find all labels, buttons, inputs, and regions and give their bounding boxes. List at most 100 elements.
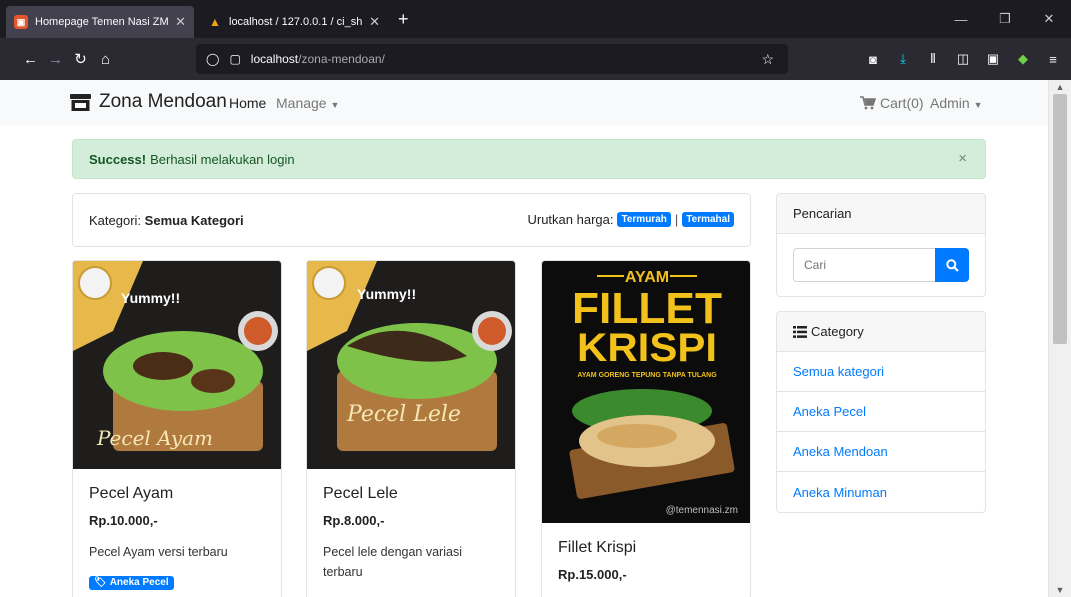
product-name[interactable]: Fillet Krispi xyxy=(558,539,734,557)
nav-admin-label: Admin xyxy=(930,95,970,111)
list-icon xyxy=(793,325,807,338)
category-panel-title: Category xyxy=(811,324,864,339)
product-price: Rp.15.000,- xyxy=(558,567,627,582)
caret-down-icon: ▼ xyxy=(973,100,983,110)
product-image[interactable]: AYAM FILLET KRISPI AYAM GORENG TEPUNG TA… xyxy=(542,261,750,523)
product-price: Rp.10.000,- xyxy=(89,513,158,528)
category-filter-value: Semua Kategori xyxy=(144,212,244,228)
category-panel: Category Semua kategori Aneka Pecel Anek… xyxy=(776,311,986,513)
pecel-lele-image: Yummy!! Pecel Lele xyxy=(307,261,515,469)
nav-manage-dropdown[interactable]: Manage ▼ xyxy=(276,95,339,111)
nav-home-link[interactable]: Home xyxy=(229,95,266,111)
alert-close-icon[interactable]: × xyxy=(958,150,967,167)
category-item-pecel[interactable]: Aneka Pecel xyxy=(777,392,985,432)
image-subtitle-text: AYAM GORENG TEPUNG TANPA TULANG xyxy=(577,372,717,379)
filter-bar: Kategori: Semua Kategori Urutkan harga: … xyxy=(72,193,751,247)
url-bar[interactable]: ◯ ▢ localhost/zona-mendoan/ ☆ xyxy=(196,44,788,74)
product-description: Pecel lele dengan variasi terbaru xyxy=(323,545,462,579)
alert-strong: Success! xyxy=(89,151,147,167)
image-line3-text: KRISPI xyxy=(577,326,717,370)
product-card[interactable]: Yummy!! Pecel Lele Pecel Lele Rp.8.000,-… xyxy=(306,260,516,597)
scroll-down-icon[interactable]: ▼ xyxy=(1049,585,1071,595)
pecel-ayam-image: Yummy!! Pecel Ayam xyxy=(73,261,281,469)
category-item-minuman[interactable]: Aneka Minuman xyxy=(777,472,985,512)
tab-title: Homepage Temen Nasi ZM xyxy=(35,16,169,28)
product-image[interactable]: Yummy!! Pecel Lele xyxy=(307,261,515,469)
product-category-tag[interactable]: 🏷 Aneka Pecel xyxy=(89,576,174,590)
nav-admin-dropdown[interactable]: Admin ▼ xyxy=(930,95,983,111)
success-alert: Success! Berhasil melakukan login × xyxy=(72,139,986,179)
caret-down-icon: ▼ xyxy=(330,100,340,110)
close-window-icon[interactable]: ✕ xyxy=(1027,0,1071,38)
extension-icon[interactable]: ▣ xyxy=(985,51,1001,67)
tab-phpmyadmin[interactable]: ▲ localhost / 127.0.0.1 / ci_shop / ✕ xyxy=(200,6,388,38)
pocket-icon[interactable]: ◙ xyxy=(865,52,881,67)
product-price: Rp.8.000,- xyxy=(323,513,385,528)
search-panel-title: Pencarian xyxy=(777,194,985,234)
product-category-label: Aneka Pecel xyxy=(109,577,169,588)
browser-tabbar: ▣ Homepage Temen Nasi ZM ✕ ▲ localhost /… xyxy=(0,0,1071,38)
browser-toolbar: ← → ↻ ⌂ ◯ ▢ localhost/zona-mendoan/ ☆ ◙ … xyxy=(0,38,1071,80)
search-input[interactable] xyxy=(793,248,935,282)
search-button[interactable] xyxy=(935,248,969,282)
sort-separator: | xyxy=(674,212,679,227)
product-name[interactable]: Pecel Ayam xyxy=(89,485,265,503)
tab-title: localhost / 127.0.0.1 / ci_shop / xyxy=(229,16,363,28)
window-controls: — ❐ ✕ xyxy=(939,0,1071,38)
product-card[interactable]: AYAM FILLET KRISPI AYAM GORENG TEPUNG TA… xyxy=(541,260,751,597)
extension-leaf-icon[interactable]: ◆ xyxy=(1015,51,1031,67)
nav-cart-link[interactable]: Cart(0) xyxy=(860,95,924,111)
image-yummy-text: Yummy!! xyxy=(357,286,416,302)
back-icon[interactable]: ← xyxy=(18,51,43,68)
site-navbar: Zona Mendoan Home Manage ▼ Cart(0) Admin… xyxy=(0,80,1048,126)
product-name[interactable]: Pecel Lele xyxy=(323,485,499,503)
category-item-mendoan[interactable]: Aneka Mendoan xyxy=(777,432,985,472)
store-icon xyxy=(70,93,91,111)
reload-icon[interactable]: ↻ xyxy=(68,50,93,68)
category-item-semua[interactable]: Semua kategori xyxy=(777,352,985,392)
minimize-icon[interactable]: — xyxy=(939,0,983,38)
maximize-icon[interactable]: ❐ xyxy=(983,0,1027,38)
close-icon[interactable]: ✕ xyxy=(175,14,186,30)
shield-icon[interactable]: ◯ xyxy=(206,52,219,66)
scroll-up-icon[interactable]: ▲ xyxy=(1049,82,1071,92)
product-description: Pecel Ayam versi terbaru xyxy=(89,545,228,559)
tag-icon: 🏷 xyxy=(94,577,107,588)
bookmark-star-icon[interactable]: ☆ xyxy=(761,51,774,68)
cart-icon xyxy=(860,96,876,110)
phpmyadmin-favicon-icon: ▲ xyxy=(209,15,221,29)
web-page: Zona Mendoan Home Manage ▼ Cart(0) Admin… xyxy=(0,80,1048,597)
category-panel-header: Category xyxy=(777,312,985,352)
download-icon[interactable]: ⤓ xyxy=(895,51,911,67)
sort-controls: Urutkan harga: Termurah | Termahal xyxy=(527,212,734,227)
sort-cheapest-button[interactable]: Termurah xyxy=(617,212,671,227)
search-icon xyxy=(945,258,959,272)
new-tab-icon[interactable]: + xyxy=(398,9,409,30)
cart-label: Cart(0) xyxy=(880,95,924,111)
url-host: localhost xyxy=(250,52,299,66)
product-image[interactable]: Yummy!! Pecel Ayam xyxy=(73,261,281,469)
sidebar-icon[interactable]: ◫ xyxy=(955,51,971,67)
site-brand[interactable]: Zona Mendoan xyxy=(70,91,227,113)
alert-message: Berhasil melakukan login xyxy=(150,151,295,167)
sort-priciest-button[interactable]: Termahal xyxy=(682,212,734,227)
forward-icon[interactable]: → xyxy=(43,51,68,68)
image-handle-text: @temennasi.zm xyxy=(666,505,738,516)
page-icon: ▢ xyxy=(229,52,241,66)
page-scrollbar[interactable]: ▲ ▼ xyxy=(1048,80,1071,597)
sort-label: Urutkan harga: xyxy=(527,212,614,227)
nav-manage-label: Manage xyxy=(276,95,327,111)
image-caption-text: Pecel Ayam xyxy=(96,426,213,450)
tab-homepage[interactable]: ▣ Homepage Temen Nasi ZM ✕ xyxy=(6,6,194,38)
url-path: /zona-mendoan/ xyxy=(298,52,385,66)
home-icon[interactable]: ⌂ xyxy=(93,51,118,68)
library-icon[interactable]: ⫴ xyxy=(925,51,941,67)
brand-name: Zona Mendoan xyxy=(99,91,227,112)
product-card[interactable]: Yummy!! Pecel Ayam Pecel Ayam Rp.10.000,… xyxy=(72,260,282,597)
close-icon[interactable]: ✕ xyxy=(369,14,380,30)
menu-icon[interactable]: ≡ xyxy=(1045,52,1061,67)
toolbar-icons: ◙ ⤓ ⫴ ◫ ▣ ◆ ≡ xyxy=(865,38,1061,80)
site-favicon-icon: ▣ xyxy=(14,15,28,29)
category-filter-label: Kategori: xyxy=(89,212,142,228)
scrollbar-thumb[interactable] xyxy=(1053,94,1067,344)
